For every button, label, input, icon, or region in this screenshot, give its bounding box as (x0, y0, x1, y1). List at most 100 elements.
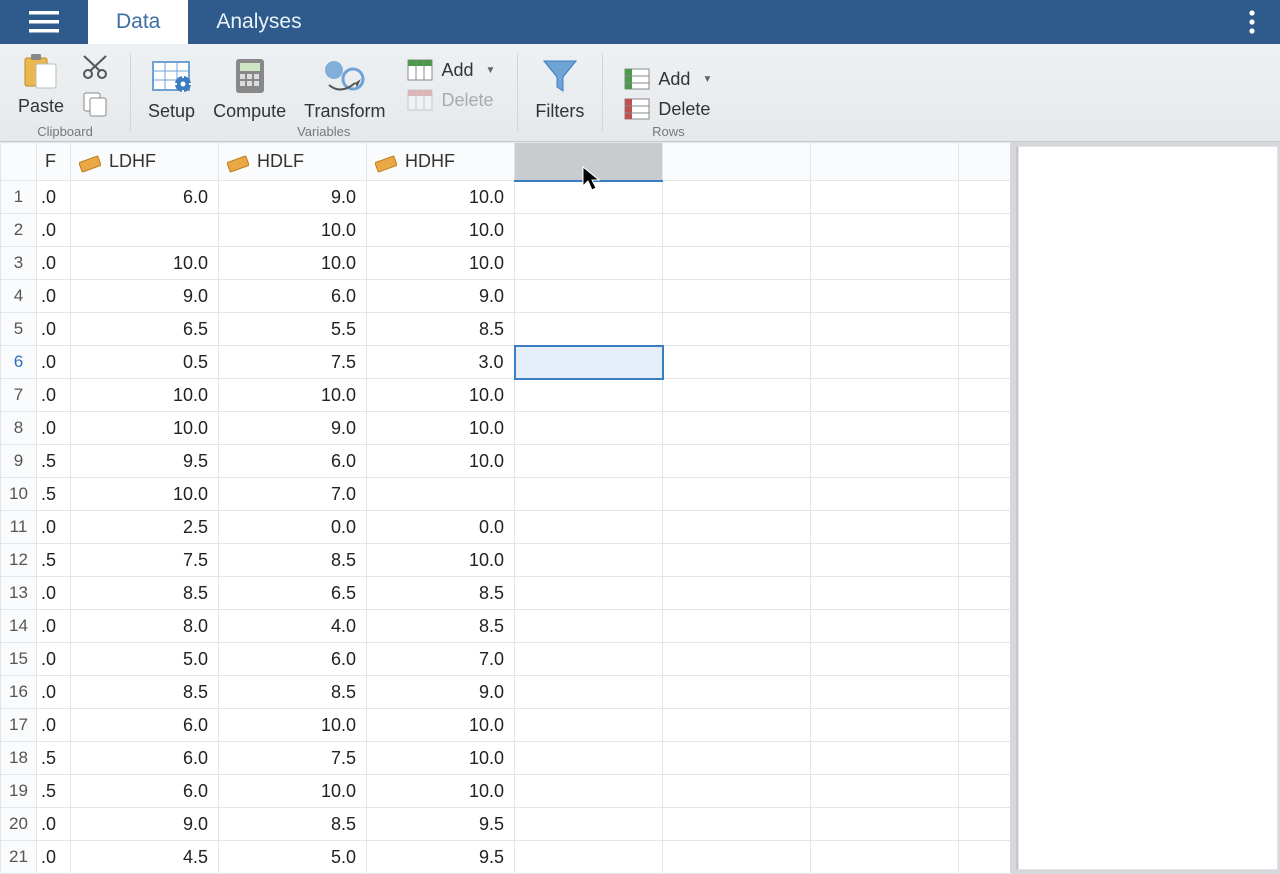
cell[interactable] (663, 610, 811, 643)
row-number[interactable]: 5 (1, 313, 37, 346)
row-number[interactable]: 4 (1, 280, 37, 313)
cell[interactable] (811, 742, 959, 775)
cell[interactable] (959, 478, 1011, 511)
row-number[interactable]: 14 (1, 610, 37, 643)
cell[interactable] (811, 313, 959, 346)
row-number[interactable]: 17 (1, 709, 37, 742)
cell[interactable]: 8.0 (71, 610, 219, 643)
cell[interactable] (515, 313, 663, 346)
cell[interactable] (663, 544, 811, 577)
cell[interactable] (367, 478, 515, 511)
cell[interactable] (515, 379, 663, 412)
cell[interactable] (663, 247, 811, 280)
row-number[interactable]: 3 (1, 247, 37, 280)
row-number[interactable]: 9 (1, 445, 37, 478)
cell[interactable]: .0 (37, 412, 71, 445)
cell[interactable] (959, 379, 1011, 412)
cell[interactable] (663, 775, 811, 808)
cell[interactable] (663, 313, 811, 346)
cell[interactable] (663, 742, 811, 775)
cell[interactable]: .5 (37, 742, 71, 775)
cell[interactable]: 10.0 (367, 247, 515, 280)
cell[interactable] (959, 181, 1011, 214)
cell[interactable] (959, 676, 1011, 709)
cell[interactable]: 6.5 (219, 577, 367, 610)
rows-add-button[interactable]: Add ▼ (620, 66, 716, 92)
cell[interactable] (811, 445, 959, 478)
cell[interactable] (663, 808, 811, 841)
more-button[interactable] (1224, 0, 1280, 44)
cell[interactable] (663, 214, 811, 247)
row-number[interactable]: 7 (1, 379, 37, 412)
cell[interactable] (811, 676, 959, 709)
tab-data[interactable]: Data (88, 0, 188, 44)
spreadsheet[interactable]: F LDHF HDLF HDHF 1.06.09.010.02.010.010.… (0, 142, 1010, 874)
cell[interactable]: 7.5 (219, 742, 367, 775)
paste-button[interactable]: Paste (18, 50, 64, 117)
cell[interactable]: .0 (37, 346, 71, 379)
cell[interactable] (811, 511, 959, 544)
cell[interactable] (959, 841, 1011, 874)
cell[interactable]: 9.0 (219, 181, 367, 214)
filters-button[interactable]: Filters (535, 55, 584, 122)
menu-button[interactable] (0, 0, 88, 44)
cell[interactable]: 7.5 (71, 544, 219, 577)
cell[interactable]: 10.0 (367, 742, 515, 775)
cell[interactable] (663, 676, 811, 709)
column-header-fragment[interactable]: F (37, 143, 71, 181)
column-header-hdlf[interactable]: HDLF (219, 143, 367, 181)
cell[interactable] (663, 445, 811, 478)
cell[interactable]: 6.0 (71, 181, 219, 214)
cell[interactable]: 10.0 (367, 775, 515, 808)
cell[interactable] (663, 478, 811, 511)
cell[interactable]: .0 (37, 709, 71, 742)
row-number[interactable]: 21 (1, 841, 37, 874)
cell[interactable] (811, 841, 959, 874)
cell[interactable]: 0.0 (367, 511, 515, 544)
cell[interactable] (515, 610, 663, 643)
cell[interactable]: 0.5 (71, 346, 219, 379)
tab-analyses[interactable]: Analyses (188, 0, 329, 44)
cell[interactable]: 6.0 (219, 280, 367, 313)
cell[interactable] (515, 577, 663, 610)
cell[interactable] (959, 445, 1011, 478)
cell[interactable]: 9.0 (71, 280, 219, 313)
cell[interactable]: .0 (37, 511, 71, 544)
cell[interactable]: 7.0 (219, 478, 367, 511)
cell[interactable]: 9.5 (367, 808, 515, 841)
cell[interactable] (515, 412, 663, 445)
cell[interactable]: 5.0 (71, 643, 219, 676)
cell[interactable] (515, 346, 663, 379)
row-number[interactable]: 8 (1, 412, 37, 445)
cell[interactable] (663, 181, 811, 214)
cell[interactable] (959, 808, 1011, 841)
cell[interactable] (959, 247, 1011, 280)
cell[interactable]: 0.0 (219, 511, 367, 544)
cell[interactable] (959, 214, 1011, 247)
cell[interactable]: 9.0 (71, 808, 219, 841)
cell[interactable]: 8.5 (219, 808, 367, 841)
cell[interactable]: 6.0 (71, 775, 219, 808)
cell[interactable]: 8.5 (71, 577, 219, 610)
cell[interactable] (515, 544, 663, 577)
cell[interactable] (515, 445, 663, 478)
cell[interactable]: 10.0 (367, 412, 515, 445)
row-number[interactable]: 13 (1, 577, 37, 610)
copy-button[interactable] (82, 91, 112, 122)
cell[interactable] (515, 742, 663, 775)
cell[interactable] (811, 280, 959, 313)
cell[interactable]: .0 (37, 280, 71, 313)
row-number[interactable]: 18 (1, 742, 37, 775)
cell[interactable] (663, 643, 811, 676)
cell[interactable]: 10.0 (367, 445, 515, 478)
cell[interactable]: 6.0 (219, 643, 367, 676)
cell[interactable]: 10.0 (219, 214, 367, 247)
vars-add-button[interactable]: Add ▼ (403, 57, 499, 83)
cell[interactable]: 10.0 (71, 379, 219, 412)
cell[interactable]: 8.5 (219, 676, 367, 709)
row-number[interactable]: 20 (1, 808, 37, 841)
row-number[interactable]: 12 (1, 544, 37, 577)
cell[interactable]: 8.5 (219, 544, 367, 577)
row-number[interactable]: 10 (1, 478, 37, 511)
cell[interactable]: .0 (37, 181, 71, 214)
